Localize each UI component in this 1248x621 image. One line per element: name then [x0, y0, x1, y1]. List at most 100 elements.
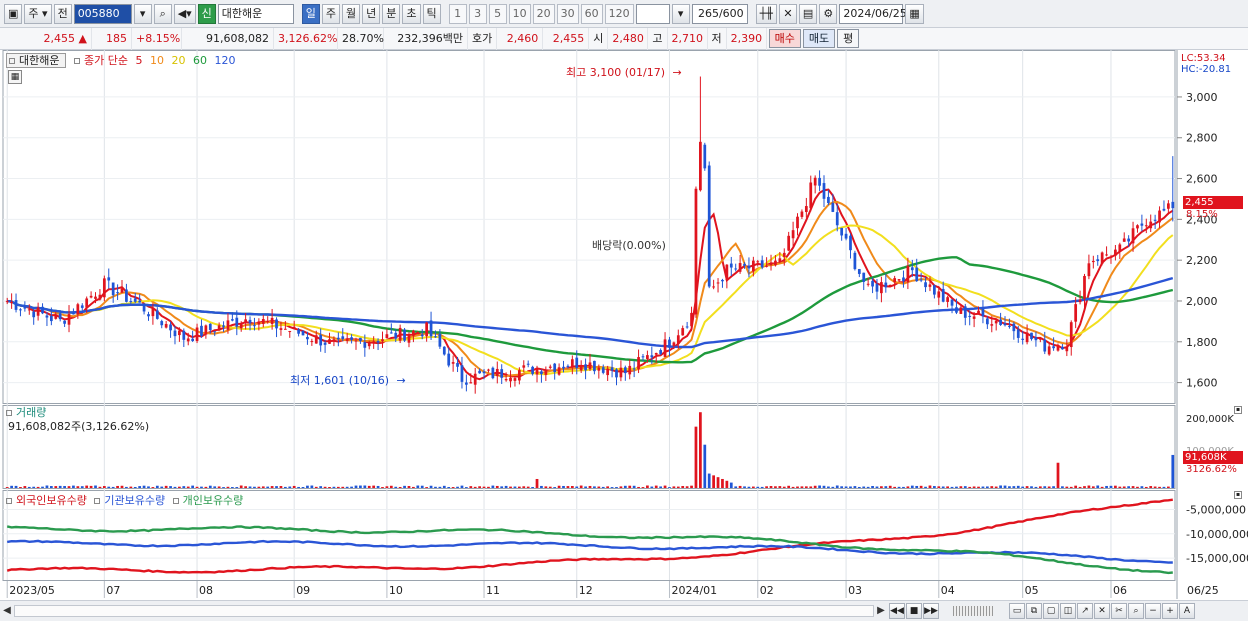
volume-bar	[381, 487, 384, 488]
text-icon[interactable]: A	[1179, 603, 1195, 619]
zoom-slider[interactable]	[953, 606, 993, 616]
legend-ma120[interactable]: 120	[214, 54, 235, 67]
date-label: 12	[579, 584, 593, 597]
period-second[interactable]: 초	[402, 3, 421, 24]
volume-bar	[283, 486, 287, 488]
fast-forward-icon[interactable]: ▶▶	[923, 603, 939, 619]
candle-body	[857, 269, 861, 274]
volume-bar	[787, 485, 791, 488]
window-icon[interactable]: ▣	[4, 3, 23, 24]
cross-icon[interactable]: ✕	[1094, 603, 1110, 619]
candle-body	[350, 337, 353, 340]
split-icon[interactable]: ◫	[1060, 603, 1076, 619]
date-field[interactable]: 2024/06/25	[839, 3, 907, 24]
period-tick[interactable]: 틱	[422, 3, 441, 24]
volume-bar	[147, 486, 150, 488]
custom-interval-input[interactable]	[635, 3, 670, 24]
period-day[interactable]: 일	[301, 3, 320, 24]
zoom-out-icon[interactable]: −	[1145, 603, 1161, 619]
scroll-left-icon[interactable]: ◀	[0, 603, 14, 619]
scroll-right-icon[interactable]: ▶	[874, 603, 888, 619]
table-icon[interactable]: ▦	[8, 70, 22, 84]
gear-icon[interactable]: ⚙	[819, 3, 838, 24]
custom-interval-dropdown-icon[interactable]: ▾	[671, 3, 690, 24]
legend-ma20[interactable]: 20	[171, 54, 185, 67]
legend-ma60[interactable]: 60	[193, 54, 207, 67]
mode-select[interactable]: 주 ▾	[24, 3, 52, 24]
legend-ma5[interactable]: 5	[135, 54, 142, 67]
candle-body	[654, 352, 658, 355]
volume-bar	[89, 485, 93, 488]
candle-body	[367, 342, 371, 347]
candle-body	[1025, 332, 1029, 343]
zoom-in-icon[interactable]: +	[1162, 603, 1178, 619]
candle-body	[1034, 337, 1038, 341]
calendar-icon[interactable]: ▦	[905, 3, 924, 24]
even-button[interactable]: 평	[837, 29, 860, 48]
cut-icon[interactable]: ✂	[1111, 603, 1127, 619]
interval-5[interactable]: 5	[488, 3, 507, 24]
legend-ma10[interactable]: 10	[150, 54, 164, 67]
window-icon[interactable]: ▢	[1043, 603, 1059, 619]
legend-individual[interactable]: 개인보유수량	[183, 494, 244, 507]
volume-bar	[641, 487, 645, 488]
volume-bar	[1021, 486, 1025, 488]
save-icon[interactable]: ▤	[798, 3, 818, 24]
stop-icon[interactable]: ■	[906, 603, 922, 619]
count-field[interactable]: 265/600	[691, 3, 748, 24]
legend-foreign[interactable]: 외국인보유수량	[16, 494, 87, 507]
interval-3[interactable]: 3	[468, 3, 487, 24]
interval-30[interactable]: 30	[556, 3, 579, 24]
period-minute[interactable]: 분	[382, 3, 401, 24]
chart-scrollbar[interactable]: ◀ ▶ ◀◀ ■ ▶▶ ▭ ⧉ ▢ ◫ ↗ ✕ ✂ ⌕ − + A	[0, 600, 1248, 621]
chart-type-icon[interactable]: ┼╫	[755, 3, 777, 24]
stock-chart[interactable]: 2023/05 07 08 09 10 11 12 2024/01 02 03 04 05 06 06/2…	[0, 50, 1248, 600]
candle-body	[1114, 249, 1117, 256]
period-month[interactable]: 월	[342, 3, 361, 24]
period-week[interactable]: 주	[321, 3, 341, 24]
candle-body	[76, 304, 80, 315]
prev-mode-button[interactable]: 전	[53, 3, 72, 24]
search-icon[interactable]: ⌕	[153, 3, 172, 24]
interval-10[interactable]: 10	[508, 3, 531, 24]
candle-body	[884, 282, 888, 288]
candle-body	[522, 365, 526, 368]
maximize-icon[interactable]: ▪	[1234, 406, 1242, 414]
draw-icon[interactable]: ↗	[1077, 603, 1093, 619]
candle-body	[950, 299, 954, 306]
credit-badge[interactable]: 신	[197, 3, 216, 24]
volume-bar	[588, 485, 592, 488]
chart-area[interactable]: 2023/05 07 08 09 10 11 12 2024/01 02 03 04 05 06 06/2…	[0, 50, 1248, 600]
tool-icon[interactable]: ✕	[778, 3, 797, 24]
candle-body	[813, 177, 817, 186]
stock-name-field[interactable]: 대한해운	[217, 3, 294, 24]
legend-institution[interactable]: 기관보유수량	[104, 494, 165, 507]
volume-bar	[1016, 485, 1020, 488]
scroll-track[interactable]	[14, 605, 874, 617]
copy-icon[interactable]: ⧉	[1026, 603, 1042, 619]
legend-ma-label[interactable]: 종가 단순	[84, 54, 128, 67]
candle-body	[478, 370, 481, 374]
candle-body	[191, 338, 195, 341]
interval-20[interactable]: 20	[532, 3, 555, 24]
interval-1[interactable]: 1	[448, 3, 467, 24]
volume-bar	[849, 486, 852, 488]
period-year[interactable]: 년	[362, 3, 381, 24]
stock-code-input[interactable]: 005880	[73, 3, 132, 24]
volume-bar	[782, 486, 786, 488]
speaker-icon[interactable]: ◀▾	[173, 3, 196, 24]
volume-bar	[1043, 486, 1047, 488]
candle-body	[1100, 252, 1104, 264]
legend-name-box[interactable]: 대한해운	[6, 53, 67, 68]
volume-bar	[341, 486, 345, 488]
interval-60[interactable]: 60	[580, 3, 603, 24]
maximize-icon[interactable]: ▪	[1234, 491, 1242, 499]
buy-button[interactable]: 매수	[768, 29, 801, 48]
interval-120[interactable]: 120	[604, 3, 634, 24]
code-dropdown-icon[interactable]: ▾	[133, 3, 152, 24]
candle-body	[659, 350, 663, 354]
rewind-icon[interactable]: ◀◀	[889, 603, 905, 619]
magnifier-icon[interactable]: ⌕	[1128, 603, 1144, 619]
sell-button[interactable]: 매도	[802, 29, 836, 48]
layout-icon[interactable]: ▭	[1009, 603, 1025, 619]
